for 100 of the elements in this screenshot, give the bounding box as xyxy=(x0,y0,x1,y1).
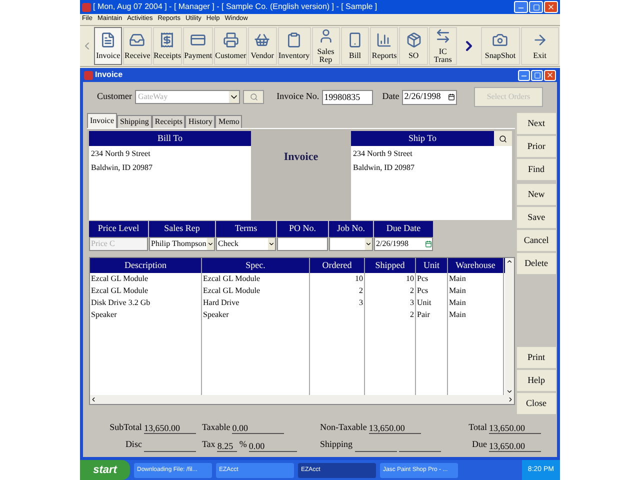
maximize-button[interactable] xyxy=(529,1,543,13)
toolbar-button[interactable]: Exit xyxy=(520,27,560,65)
table-cell: 10 xyxy=(355,273,363,285)
date-field[interactable]: 2/26/1998 xyxy=(402,90,457,104)
form-field[interactable] xyxy=(329,237,373,251)
total-label: Non-Taxable xyxy=(320,420,367,434)
table-cell: Pcs xyxy=(417,285,428,297)
form-field[interactable]: Philip Thompson xyxy=(149,237,215,251)
table-cell: 3 xyxy=(359,297,363,309)
receipt-icon xyxy=(159,32,176,48)
customer-label: Customer xyxy=(97,90,132,104)
toolbar-button[interactable]: Receive xyxy=(123,27,152,65)
phone-icon xyxy=(347,32,364,48)
form-field[interactable] xyxy=(277,237,328,251)
side-button[interactable]: Print xyxy=(516,346,557,369)
side-button[interactable]: Help xyxy=(516,369,557,392)
side-button[interactable]: Save xyxy=(516,206,557,229)
field-header: Price Level xyxy=(89,221,148,237)
calendar-icon xyxy=(448,93,455,101)
panel-header: Ship To xyxy=(351,131,494,146)
total-label: Due xyxy=(472,438,487,451)
toolbar-button[interactable]: SnapShot xyxy=(481,27,520,65)
total-label: Total xyxy=(468,420,487,434)
table-cell: 2 xyxy=(359,285,363,297)
toolbar-button[interactable]: Payment xyxy=(183,27,214,65)
address-line: 234 North 9 Street xyxy=(90,148,152,160)
tab[interactable]: Invoice xyxy=(87,113,117,128)
toolbar-button[interactable]: Sales Rep xyxy=(312,27,340,65)
table-cell: Hard Drive xyxy=(203,297,240,309)
invoice-no-field[interactable]: 19980835 xyxy=(322,90,374,104)
clipboard-icon xyxy=(286,32,302,48)
horizontal-scrollbar[interactable] xyxy=(90,395,514,404)
search-button[interactable] xyxy=(494,131,512,146)
table-cell: Ezcal GL Module xyxy=(203,273,260,285)
side-button[interactable]: Find xyxy=(516,158,557,181)
total-field: 13,650.00 xyxy=(144,422,196,434)
toolbar-button[interactable]: SO xyxy=(399,27,428,65)
close-icon xyxy=(546,71,554,79)
scroll-left-icon[interactable] xyxy=(90,396,97,403)
toolbar-button[interactable]: Receipts xyxy=(152,27,182,65)
bar-chart-icon xyxy=(376,32,392,48)
arrows-icon xyxy=(434,28,451,44)
close-button[interactable] xyxy=(544,70,556,80)
maximize-button[interactable] xyxy=(531,70,543,80)
window-logo-icon xyxy=(84,70,93,80)
form-field[interactable]: 2/26/1998 xyxy=(374,237,433,251)
tab[interactable]: History xyxy=(185,115,216,128)
table-cell: Speaker xyxy=(203,309,229,321)
column-header: Description xyxy=(90,258,202,273)
table-cell: Disk Drive 3.2 Gb xyxy=(91,297,150,309)
toolbar-button[interactable]: Invoice xyxy=(94,27,122,65)
toolbar-button[interactable]: IC Trans xyxy=(428,27,458,65)
minimize-button[interactable] xyxy=(514,1,528,13)
table-cell: Main xyxy=(449,273,466,285)
form-title: Invoice xyxy=(284,150,318,163)
tab[interactable]: Memo xyxy=(215,115,242,128)
toolbar-button[interactable]: Reports xyxy=(370,27,398,65)
total-field: 13,650.00 xyxy=(489,422,541,434)
table-cell: Pcs xyxy=(417,273,428,285)
total-field: 0.00 xyxy=(232,422,284,434)
toolbar-button[interactable]: Bill xyxy=(340,27,370,65)
side-button[interactable]: Next xyxy=(516,112,557,135)
table-cell: Pair xyxy=(417,309,430,321)
scroll-right-icon[interactable] xyxy=(506,396,514,403)
scroll-up-icon[interactable] xyxy=(506,258,513,265)
tab[interactable]: Shipping xyxy=(117,115,152,128)
tab[interactable]: Receipts xyxy=(152,115,186,128)
camera-icon xyxy=(492,32,508,48)
side-button[interactable]: Delete xyxy=(516,252,557,275)
table-cell: Unit xyxy=(417,297,432,309)
tray-icon xyxy=(129,32,146,48)
side-button[interactable]: Cancel xyxy=(516,229,557,252)
field-header: Sales Rep xyxy=(149,221,215,237)
calendar-icon xyxy=(425,240,432,248)
table-cell: 10 xyxy=(406,273,414,285)
table-cell: 2 xyxy=(410,309,414,321)
total-label: SubTotal xyxy=(110,420,142,434)
toolbar-button[interactable]: Inventory xyxy=(278,27,311,65)
vertical-scrollbar[interactable] xyxy=(504,258,514,395)
person-icon xyxy=(318,28,334,44)
tax-rate-field: 8.25 xyxy=(217,440,238,452)
address-line: Baldwin, ID 20987 xyxy=(90,162,154,174)
side-button[interactable]: Close xyxy=(516,392,557,415)
printer-icon xyxy=(222,32,239,48)
toolbar-button[interactable]: Customer xyxy=(214,27,248,65)
total-label: Taxable xyxy=(202,420,230,434)
column-header: Spec. xyxy=(202,258,310,273)
table-cell: Ezcal GL Module xyxy=(91,273,148,285)
scroll-down-icon[interactable] xyxy=(506,388,513,395)
side-button[interactable]: New xyxy=(516,183,557,206)
total-label: Shipping xyxy=(320,438,353,451)
form-field[interactable]: Check xyxy=(216,237,276,251)
date-label: Date xyxy=(382,90,400,104)
start-button[interactable]: start xyxy=(80,460,130,480)
minimize-button[interactable] xyxy=(518,70,530,80)
total-label: Disc xyxy=(125,438,142,451)
basket-icon xyxy=(254,32,270,48)
side-button[interactable]: Prior xyxy=(516,135,557,158)
toolbar-button[interactable]: Vendor xyxy=(248,27,276,65)
close-button[interactable] xyxy=(544,1,558,13)
